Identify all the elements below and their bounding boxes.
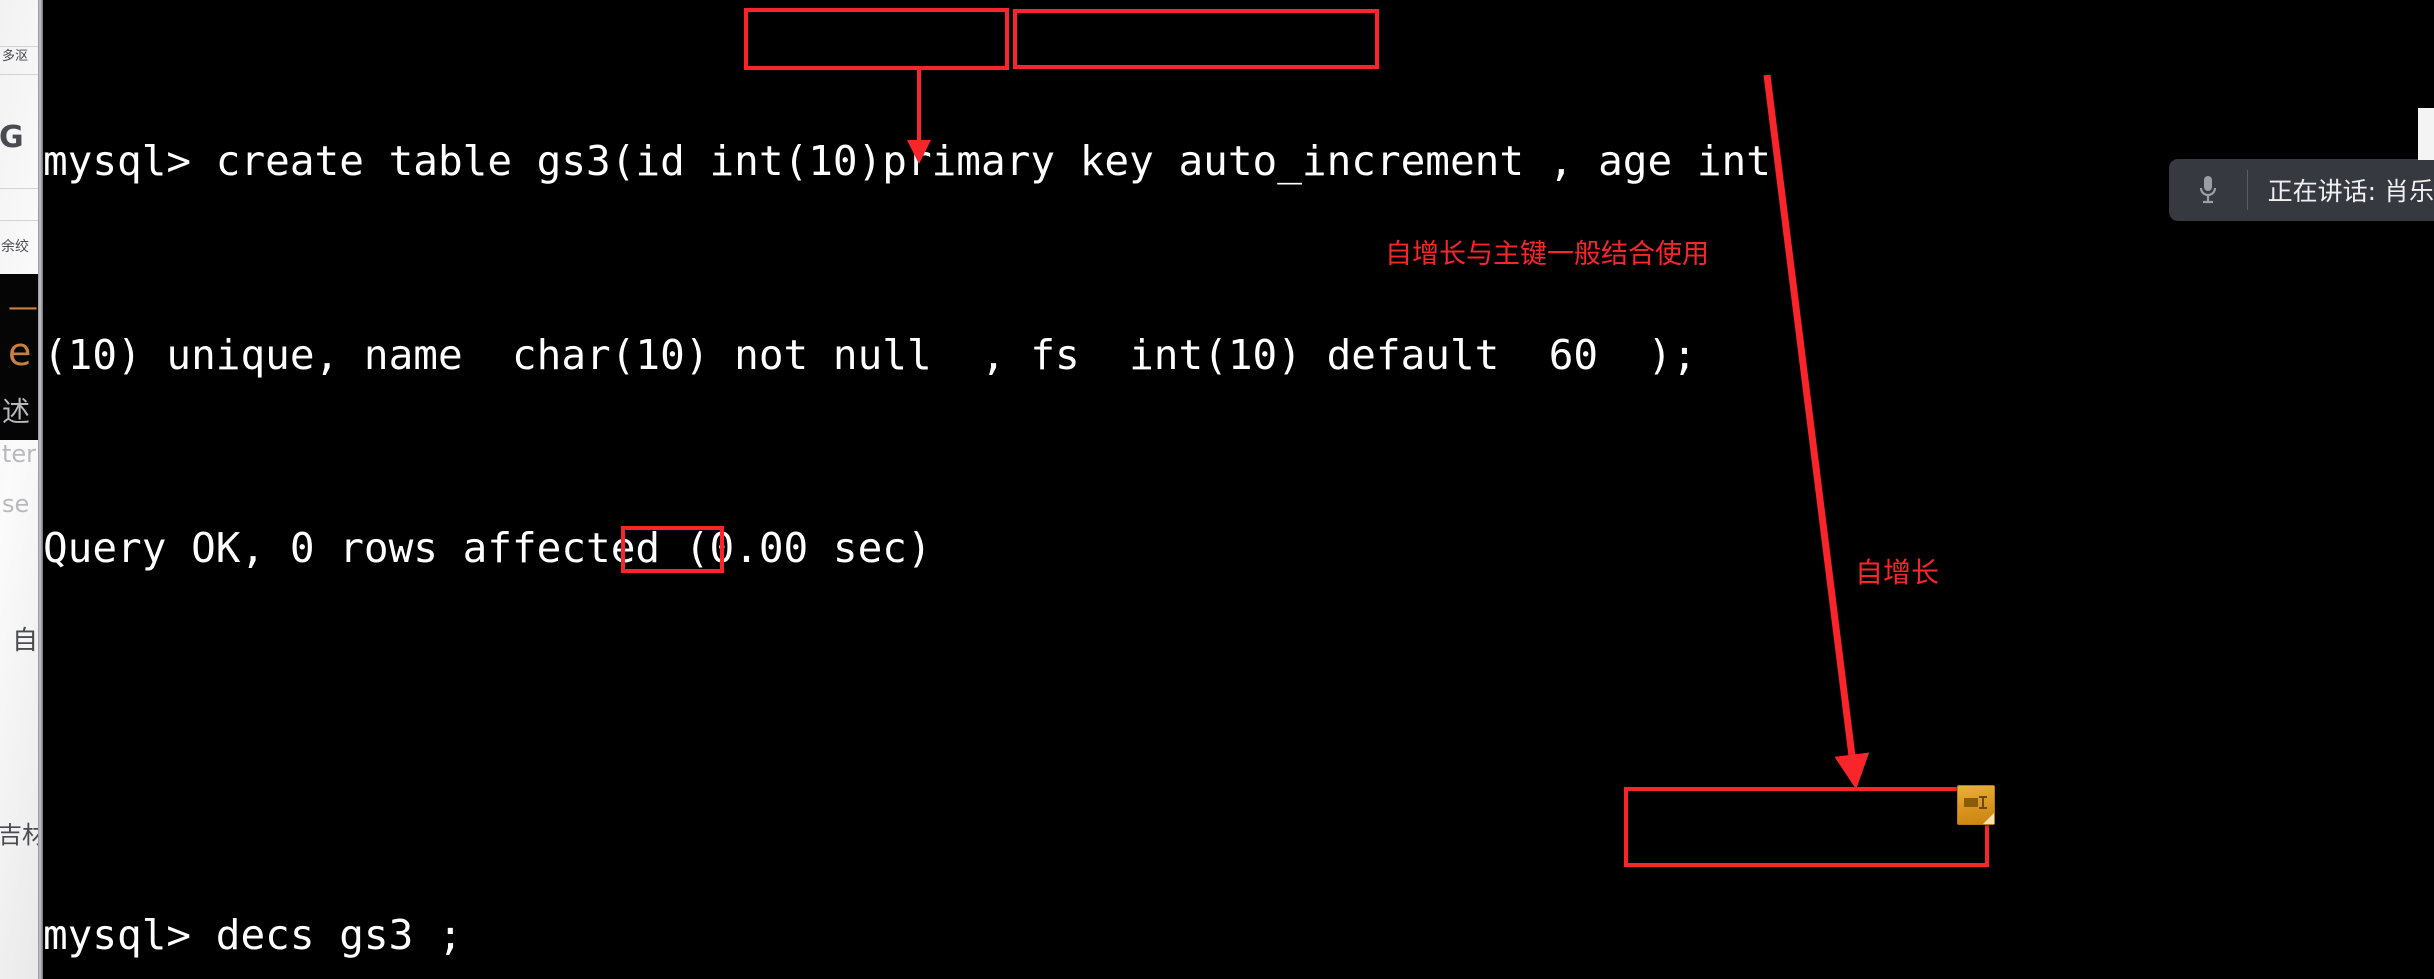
document-fragment: e bbox=[8, 330, 32, 374]
terminal-output: mysql> create table gs3(id int(10)primar… bbox=[43, 0, 1771, 979]
ime-selection-icon[interactable] bbox=[1957, 785, 1995, 825]
document-fragment: 吉材 bbox=[0, 821, 38, 849]
background-document-sliver: 多沤 G 余绞 — e 述 ter se 自 吉材 bbox=[0, 0, 38, 979]
annotation-label-primary-key: 自增长与主键一般结合使用 bbox=[1385, 239, 1709, 270]
terminal-line: (10) unique, name char(10) not null , fs… bbox=[43, 330, 1697, 379]
speaking-name: 正在讲话: 肖乐 bbox=[2267, 177, 2434, 206]
terminal-line: Query OK, 0 rows affected (0.00 sec) bbox=[43, 524, 932, 572]
screen-edge-tab[interactable] bbox=[2418, 108, 2434, 160]
pill-divider bbox=[2246, 170, 2248, 210]
ime-icon-caret bbox=[1979, 796, 1987, 809]
document-divider bbox=[0, 220, 38, 221]
document-fragment: — bbox=[8, 290, 38, 325]
terminal-line: mysql> create table gs3(id int(10)primar… bbox=[43, 137, 1771, 185]
ime-icon-block bbox=[1964, 798, 1978, 807]
document-fragment: 多沤 bbox=[2, 49, 29, 64]
annotation-label-extra: 自增长 bbox=[1855, 556, 1940, 589]
document-fragment: 述 bbox=[2, 395, 31, 428]
mysql-terminal[interactable]: mysql> create table gs3(id int(10)primar… bbox=[43, 0, 2434, 979]
terminal-line: mysql> decs gs3 ; bbox=[43, 911, 463, 959]
document-fragment: G bbox=[0, 120, 24, 155]
speaking-indicator[interactable]: 正在讲话: 肖乐 bbox=[2168, 159, 2434, 221]
document-divider bbox=[0, 188, 38, 189]
window-edge-divider bbox=[38, 0, 43, 979]
document-fragment: 余绞 bbox=[1, 239, 29, 255]
document-fragment: 自 bbox=[12, 626, 38, 656]
document-fragment: ter bbox=[2, 440, 37, 468]
ime-icon-corner bbox=[1983, 813, 1994, 824]
document-fragment: se bbox=[2, 490, 30, 518]
document-divider bbox=[0, 74, 38, 75]
microphone-icon bbox=[2191, 170, 2225, 210]
